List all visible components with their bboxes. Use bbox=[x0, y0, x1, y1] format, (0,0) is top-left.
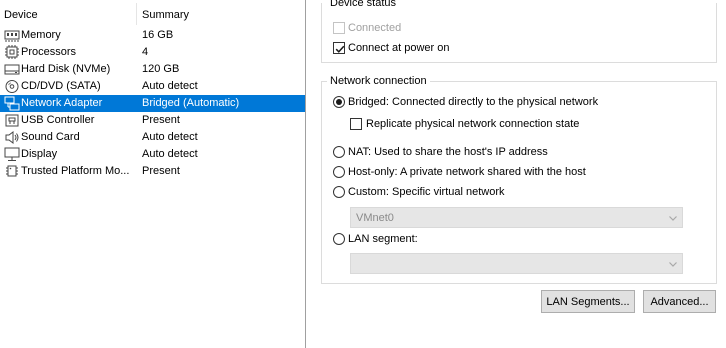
tpm-chip-icon bbox=[4, 164, 20, 179]
device-name: CD/DVD (SATA) bbox=[21, 80, 101, 92]
device-name: Processors bbox=[21, 46, 77, 58]
connected-label: Connected bbox=[348, 22, 402, 34]
device-row-trusted-platform-module[interactable]: Trusted Platform Mo... Present bbox=[0, 163, 305, 180]
processor-icon bbox=[4, 45, 20, 60]
speaker-icon bbox=[4, 130, 20, 145]
device-row-usb-controller[interactable]: USB Controller Present bbox=[0, 112, 305, 129]
usb-icon bbox=[4, 113, 20, 128]
radio-selected-dot bbox=[336, 99, 342, 105]
nat-label: NAT: Used to share the host's IP address bbox=[348, 146, 548, 158]
device-summary: Auto detect bbox=[142, 80, 198, 92]
replicate-state-checkbox[interactable] bbox=[350, 118, 362, 130]
custom-network-select[interactable]: VMnet0 bbox=[350, 207, 683, 228]
connected-checkbox[interactable] bbox=[333, 22, 345, 34]
device-summary: Present bbox=[142, 165, 180, 177]
device-summary: Present bbox=[142, 114, 180, 126]
bridged-radio[interactable] bbox=[333, 96, 345, 108]
device-summary: 120 GB bbox=[142, 63, 180, 75]
custom-radio[interactable] bbox=[333, 186, 345, 198]
hard-disk-icon bbox=[4, 62, 20, 77]
monitor-icon bbox=[4, 147, 20, 162]
lan-segment-radio[interactable] bbox=[333, 233, 345, 245]
device-summary: Bridged (Automatic) bbox=[142, 97, 240, 109]
nat-radio[interactable] bbox=[333, 146, 345, 158]
cd-dvd-icon bbox=[4, 79, 20, 94]
chevron-down-icon bbox=[669, 216, 677, 221]
device-name: Memory bbox=[21, 29, 61, 41]
device-list: Device Summary Memory 16 GB Processors 4… bbox=[0, 0, 306, 348]
device-row-sound-card[interactable]: Sound Card Auto detect bbox=[0, 129, 305, 146]
network-connection-legend: Network connection bbox=[330, 75, 427, 87]
device-row-memory[interactable]: Memory 16 GB bbox=[0, 27, 305, 44]
network-adapter-icon bbox=[4, 96, 20, 111]
host-only-label: Host-only: A private network shared with… bbox=[348, 166, 586, 178]
device-name: Sound Card bbox=[21, 131, 80, 143]
column-header-summary[interactable]: Summary bbox=[142, 9, 189, 21]
checkmark-icon bbox=[335, 45, 345, 53]
device-name: Display bbox=[21, 148, 58, 160]
lan-segments-button[interactable]: LAN Segments... bbox=[541, 290, 635, 313]
device-row-cd-dvd[interactable]: CD/DVD (SATA) Auto detect bbox=[0, 78, 305, 95]
custom-label: Custom: Specific virtual network bbox=[348, 186, 505, 198]
device-summary: 16 GB bbox=[142, 29, 174, 41]
device-status-legend: Device status bbox=[330, 0, 397, 9]
column-header-device[interactable]: Device bbox=[4, 9, 38, 21]
device-row-processors[interactable]: Processors 4 bbox=[0, 44, 305, 61]
device-name: Trusted Platform Mo... bbox=[21, 165, 130, 177]
device-name: USB Controller bbox=[21, 114, 95, 126]
connect-at-power-on-checkbox[interactable] bbox=[333, 42, 345, 54]
device-row-network-adapter[interactable]: Network Adapter Bridged (Automatic) bbox=[0, 95, 305, 112]
column-separator[interactable] bbox=[136, 3, 137, 25]
device-name: Hard Disk (NVMe) bbox=[21, 63, 111, 75]
chevron-down-icon bbox=[669, 262, 677, 267]
device-summary: 4 bbox=[142, 46, 149, 58]
device-summary: Auto detect bbox=[142, 148, 198, 160]
replicate-state-label: Replicate physical network connection st… bbox=[366, 118, 580, 130]
bridged-label: Bridged: Connected directly to the physi… bbox=[348, 96, 599, 108]
device-row-hard-disk[interactable]: Hard Disk (NVMe) 120 GB bbox=[0, 61, 305, 78]
lan-segment-label: LAN segment: bbox=[348, 233, 418, 245]
memory-icon bbox=[4, 28, 20, 43]
device-row-display[interactable]: Display Auto detect bbox=[0, 146, 305, 163]
custom-network-value: VMnet0 bbox=[356, 212, 394, 224]
device-summary: Auto detect bbox=[142, 131, 198, 143]
lan-segment-select[interactable] bbox=[350, 253, 683, 274]
connect-at-power-on-label: Connect at power on bbox=[348, 42, 450, 54]
device-name: Network Adapter bbox=[21, 97, 103, 109]
advanced-button[interactable]: Advanced... bbox=[643, 290, 716, 313]
host-only-radio[interactable] bbox=[333, 166, 345, 178]
device-list-header: Device Summary bbox=[0, 0, 305, 28]
